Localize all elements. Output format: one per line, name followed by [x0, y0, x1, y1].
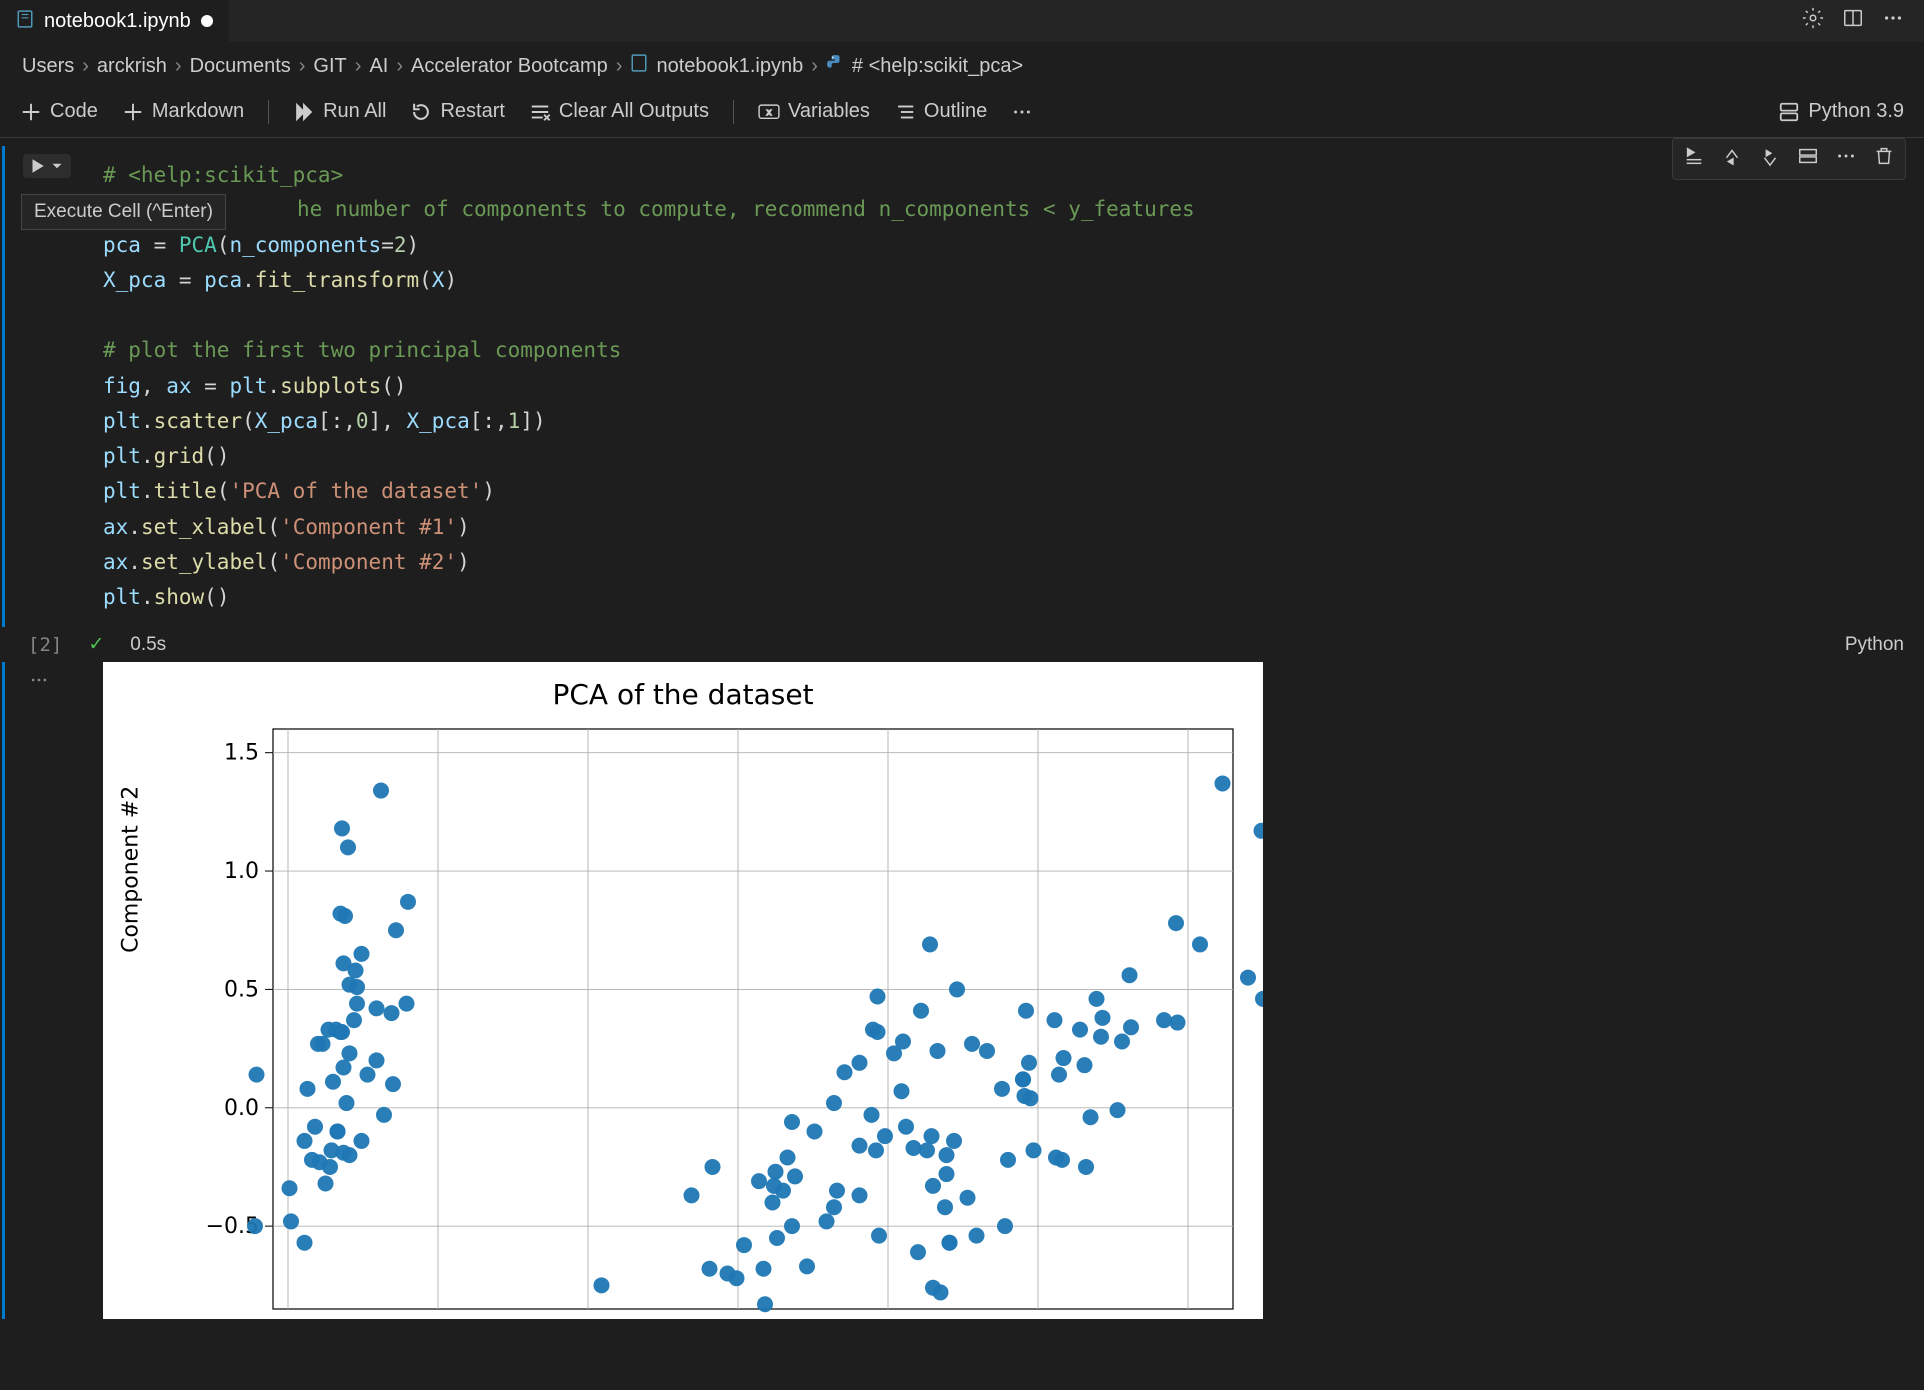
- clear-outputs-button[interactable]: Clear All Outputs: [523, 96, 715, 127]
- split-layout-icon[interactable]: [1842, 7, 1864, 35]
- crumb-cell[interactable]: # <help:scikit_pca>: [852, 55, 1023, 78]
- crumb[interactable]: GIT: [313, 55, 346, 78]
- code-cell: Execute Cell (^Enter) # <help:scikit_pca…: [2, 146, 1924, 627]
- python-icon: [826, 54, 844, 78]
- crumb[interactable]: Accelerator Bootcamp: [411, 55, 608, 78]
- restart-icon: [410, 101, 432, 123]
- run-by-line-icon[interactable]: [1683, 145, 1705, 173]
- crumb[interactable]: Users: [22, 55, 74, 78]
- plot-output: PCA of the dataset Component #2 −0.50.00…: [103, 662, 1263, 1319]
- output-gutter[interactable]: [5, 662, 73, 1319]
- notebook-icon: [630, 54, 648, 78]
- editor-actions: [1802, 7, 1924, 35]
- split-cell-icon[interactable]: [1797, 145, 1819, 173]
- cell-container: Execute Cell (^Enter) # <help:scikit_pca…: [0, 138, 1924, 1319]
- delete-cell-icon[interactable]: [1873, 145, 1895, 173]
- scatter-chart: −0.50.00.51.01.5: [103, 719, 1263, 1319]
- add-code-button[interactable]: Code: [14, 96, 104, 127]
- crumb[interactable]: Documents: [190, 55, 291, 78]
- clear-icon: [529, 101, 551, 123]
- output-row: PCA of the dataset Component #2 −0.50.00…: [2, 662, 1924, 1319]
- success-check-icon: ✓: [88, 633, 104, 656]
- svg-text:0.5: 0.5: [224, 978, 259, 1003]
- run-all-button[interactable]: Run All: [287, 96, 392, 127]
- cell-status-row: [2] ✓ 0.5s Python: [0, 627, 1924, 662]
- more-icon: [1011, 101, 1033, 123]
- svg-text:0.0: 0.0: [224, 1096, 259, 1121]
- execute-cell-button[interactable]: [23, 154, 71, 178]
- variables-button[interactable]: x Variables: [752, 96, 876, 127]
- chart-ylabel: Component #2: [119, 786, 144, 953]
- tab-title: notebook1.ipynb: [44, 10, 191, 33]
- crumb[interactable]: AI: [369, 55, 388, 78]
- kernel-picker[interactable]: Python 3.9: [1772, 96, 1910, 127]
- execute-above-icon[interactable]: [1721, 145, 1743, 173]
- outline-icon: [894, 101, 916, 123]
- cell-language[interactable]: Python: [1845, 634, 1904, 656]
- more-icon[interactable]: [1835, 145, 1857, 173]
- breadcrumb[interactable]: Users› arckrish› Documents› GIT› AI› Acc…: [0, 42, 1924, 90]
- svg-text:1.0: 1.0: [224, 859, 259, 884]
- dirty-indicator-icon: [201, 15, 213, 27]
- cell-action-bar: [1672, 138, 1906, 180]
- plus-icon: [122, 101, 144, 123]
- execution-duration: 0.5s: [130, 634, 166, 656]
- execute-below-icon[interactable]: [1759, 145, 1781, 173]
- chart-title: PCA of the dataset: [103, 662, 1263, 719]
- more-icon[interactable]: [1882, 7, 1904, 35]
- crumb-file[interactable]: notebook1.ipynb: [656, 55, 803, 78]
- code-editor[interactable]: # <help:scikit_pca>he number of componen…: [73, 146, 1924, 627]
- tab-bar: notebook1.ipynb: [0, 0, 1924, 42]
- settings-icon[interactable]: [1802, 7, 1824, 35]
- notebook-toolbar: Code Markdown Run All Restart Clear All …: [0, 90, 1924, 138]
- file-tab[interactable]: notebook1.ipynb: [0, 0, 229, 42]
- crumb[interactable]: arckrish: [97, 55, 167, 78]
- server-icon: [1778, 101, 1800, 123]
- svg-text:x: x: [766, 108, 771, 118]
- outline-button[interactable]: Outline: [888, 96, 993, 127]
- toolbar-more-button[interactable]: [1005, 97, 1039, 127]
- plus-icon: [20, 101, 42, 123]
- cell-gutter: Execute Cell (^Enter): [5, 146, 73, 627]
- execution-count: [2]: [28, 634, 62, 656]
- svg-text:1.5: 1.5: [224, 741, 259, 766]
- execute-tooltip: Execute Cell (^Enter): [21, 194, 226, 230]
- variables-icon: x: [758, 101, 780, 123]
- restart-button[interactable]: Restart: [404, 96, 510, 127]
- notebook-icon: [16, 10, 34, 33]
- run-all-icon: [293, 101, 315, 123]
- add-markdown-button[interactable]: Markdown: [116, 96, 250, 127]
